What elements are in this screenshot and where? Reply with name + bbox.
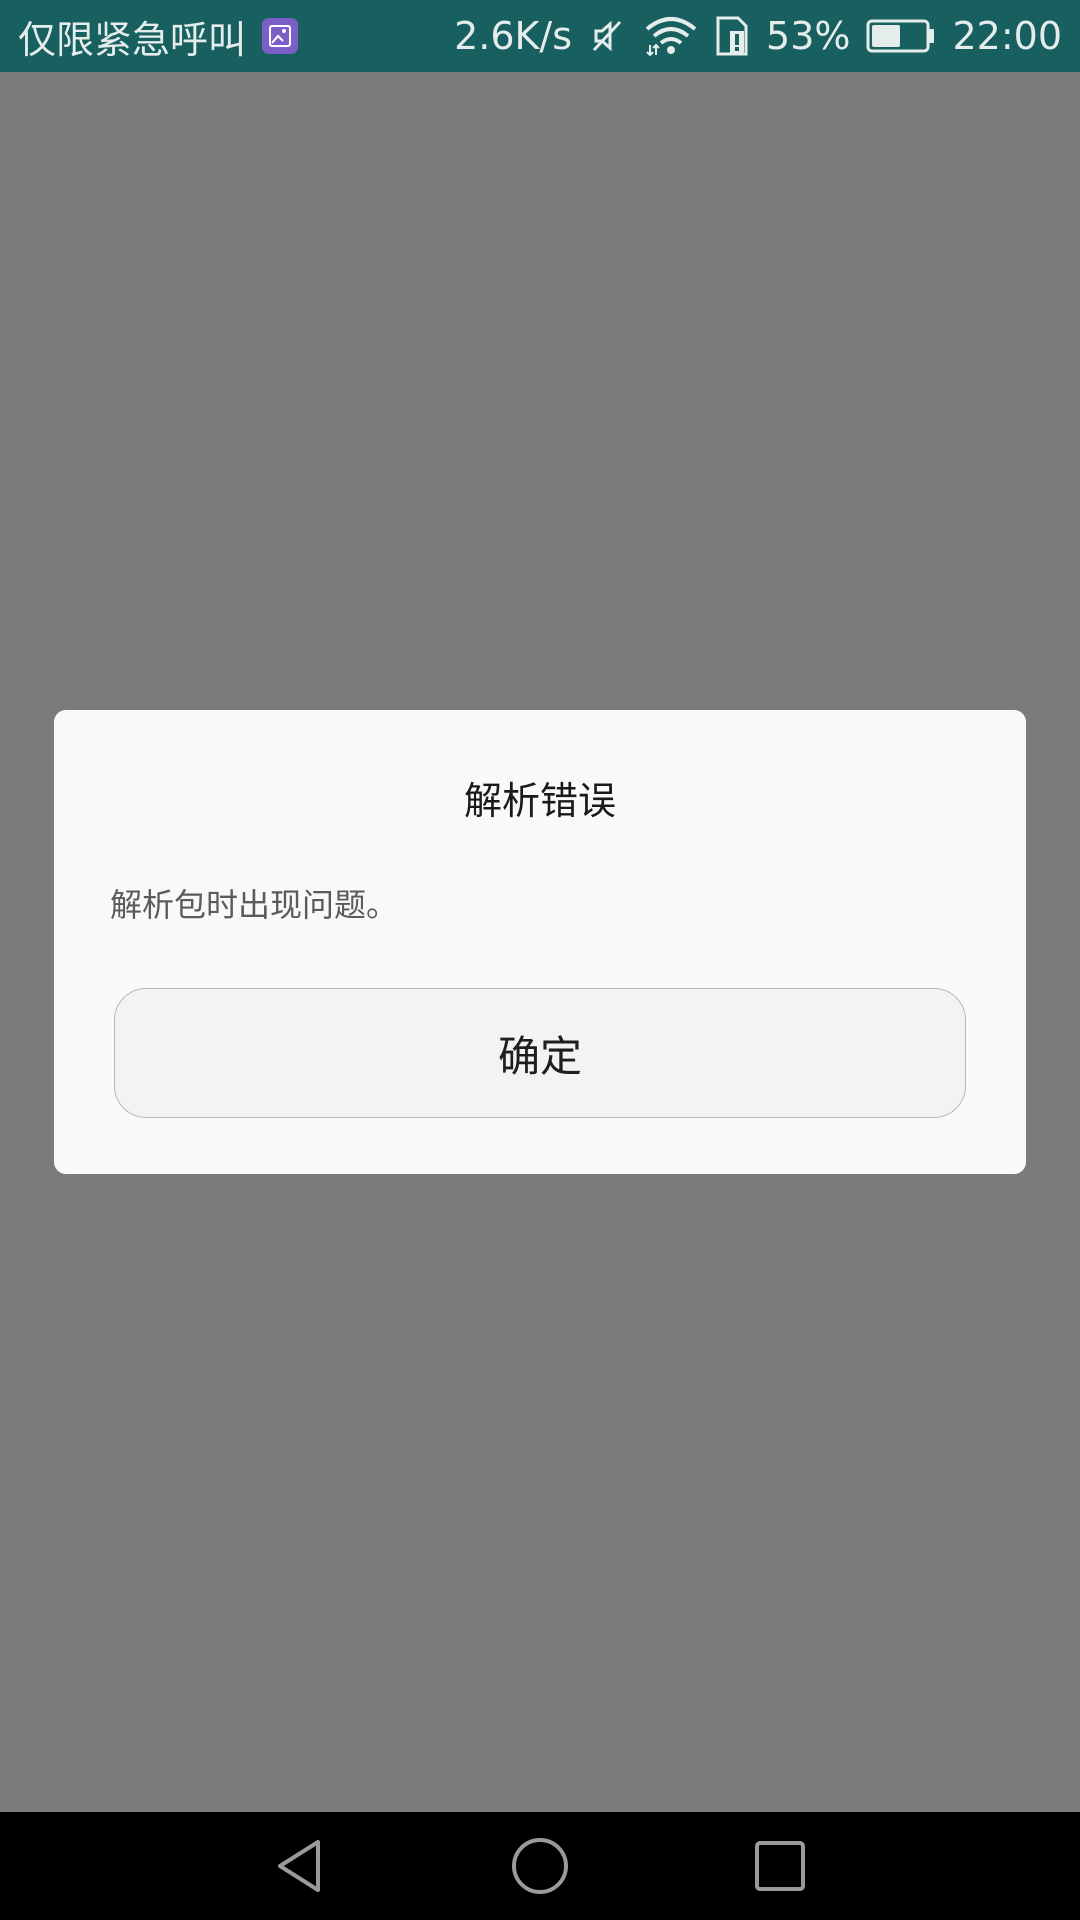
- home-icon[interactable]: [508, 1834, 572, 1898]
- image-notification-icon: [262, 18, 299, 54]
- mute-icon: [588, 16, 628, 56]
- navigation-bar: [0, 1812, 1080, 1920]
- recents-icon[interactable]: [748, 1834, 812, 1898]
- network-speed: 2.6K/s: [454, 14, 573, 58]
- carrier-text: 仅限紧急呼叫: [18, 17, 247, 62]
- status-bar: 仅限紧急呼叫 2.6K/s 53% 22:00: [0, 0, 1080, 72]
- screen: 仅限紧急呼叫 2.6K/s 53% 22:00 解析错误 解析包时出现问题。 确…: [0, 0, 1080, 1920]
- battery-percent: 53%: [766, 14, 851, 58]
- back-icon[interactable]: [268, 1834, 332, 1898]
- battery-icon: [866, 18, 936, 54]
- status-left: 仅限紧急呼叫: [18, 9, 299, 64]
- wifi-icon: [644, 15, 698, 57]
- ok-button[interactable]: 确定: [114, 988, 966, 1118]
- sim-alert-icon: [714, 15, 750, 57]
- clock-time: 22:00: [952, 14, 1062, 58]
- dialog-message: 解析包时出现问题。: [110, 886, 399, 924]
- status-right: 2.6K/s 53% 22:00: [454, 14, 1062, 58]
- parse-error-dialog: 解析错误 解析包时出现问题。 确定: [54, 710, 1026, 1174]
- dialog-title: 解析错误: [463, 779, 616, 823]
